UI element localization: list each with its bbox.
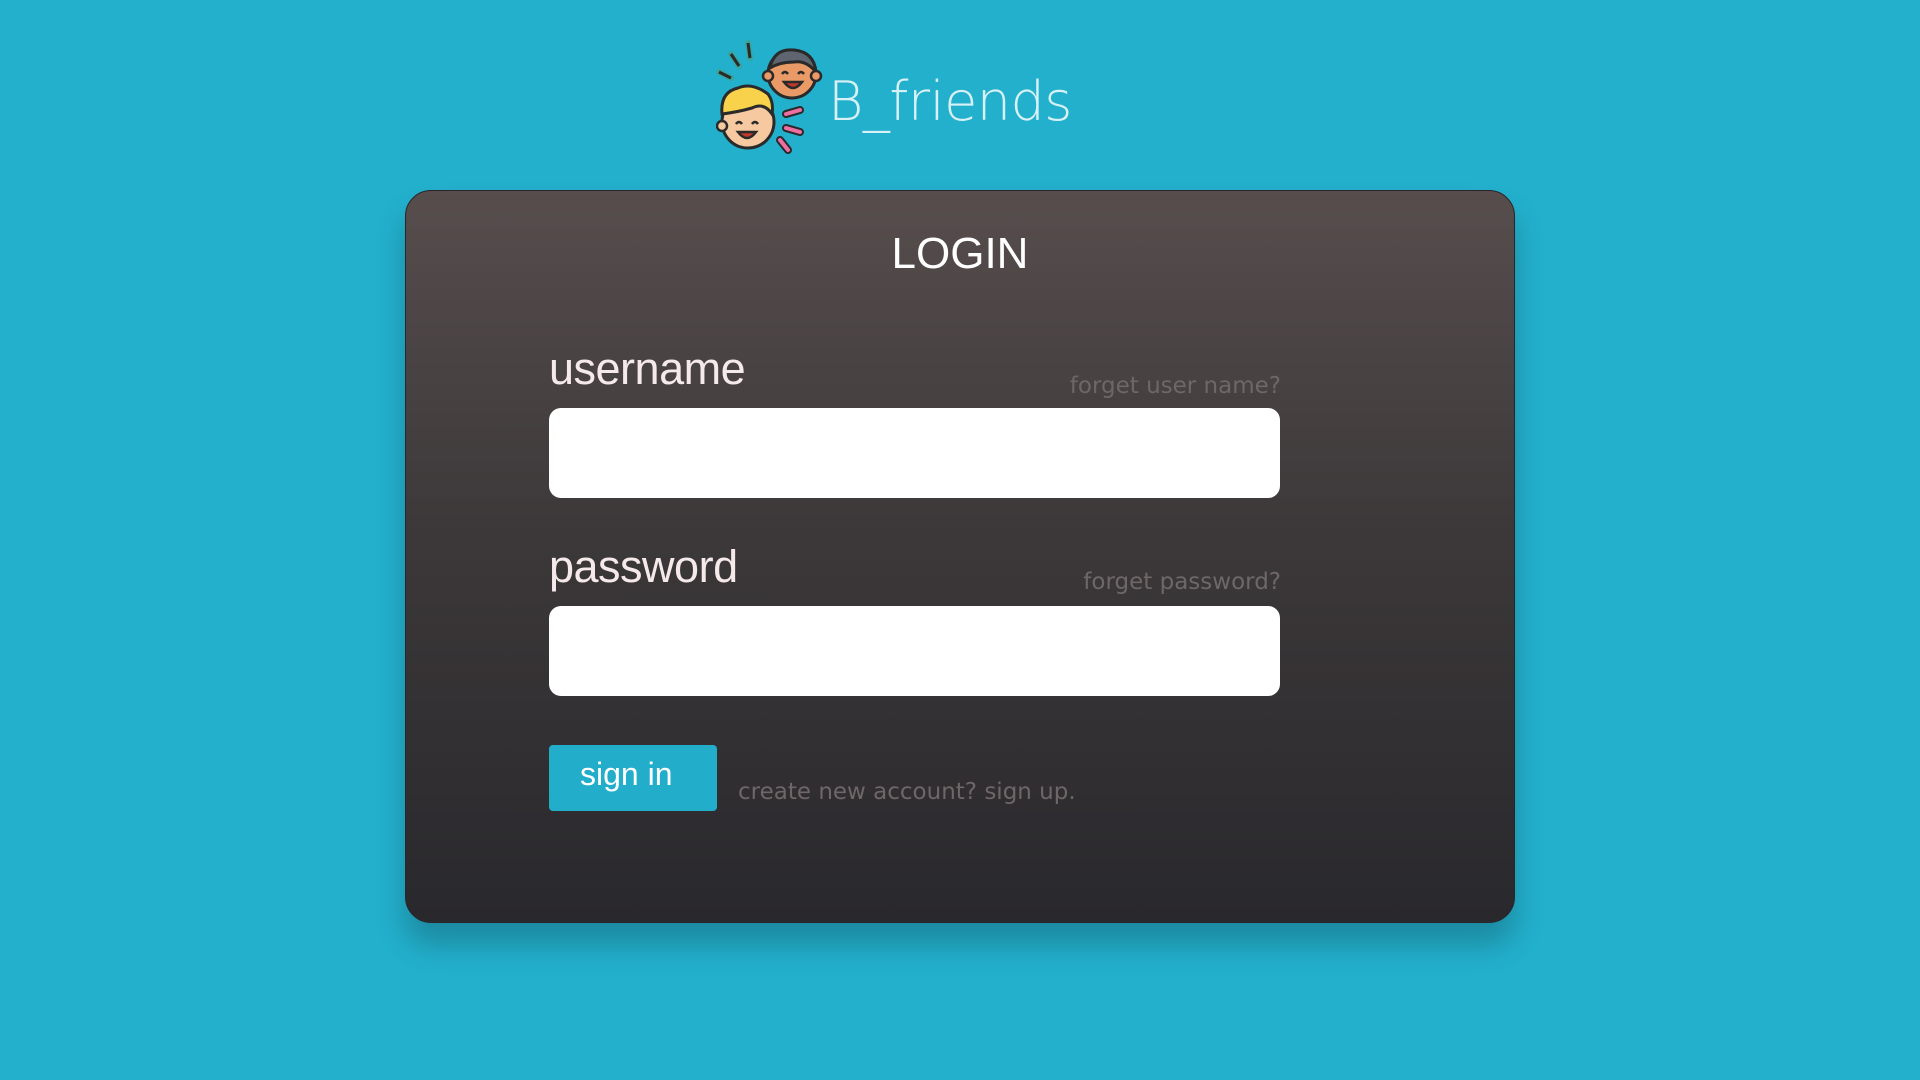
- sign-in-button[interactable]: sign in: [549, 745, 717, 811]
- login-card: LOGIN username forget user name? passwor…: [405, 190, 1515, 923]
- username-label: username: [549, 343, 746, 394]
- login-title: LOGIN: [891, 229, 1029, 278]
- username-input[interactable]: [549, 408, 1280, 498]
- brand-name: B_friends: [828, 69, 1072, 133]
- forgot-password-link[interactable]: forget password?: [1083, 569, 1281, 595]
- sign-up-link[interactable]: create new account? sign up.: [738, 779, 1076, 805]
- password-label: password: [549, 541, 738, 592]
- two-happy-friends-icon: [716, 40, 823, 154]
- brand-header: B_friends: [716, 36, 1072, 156]
- forgot-username-link[interactable]: forget user name?: [1070, 373, 1281, 399]
- password-input[interactable]: [549, 606, 1280, 696]
